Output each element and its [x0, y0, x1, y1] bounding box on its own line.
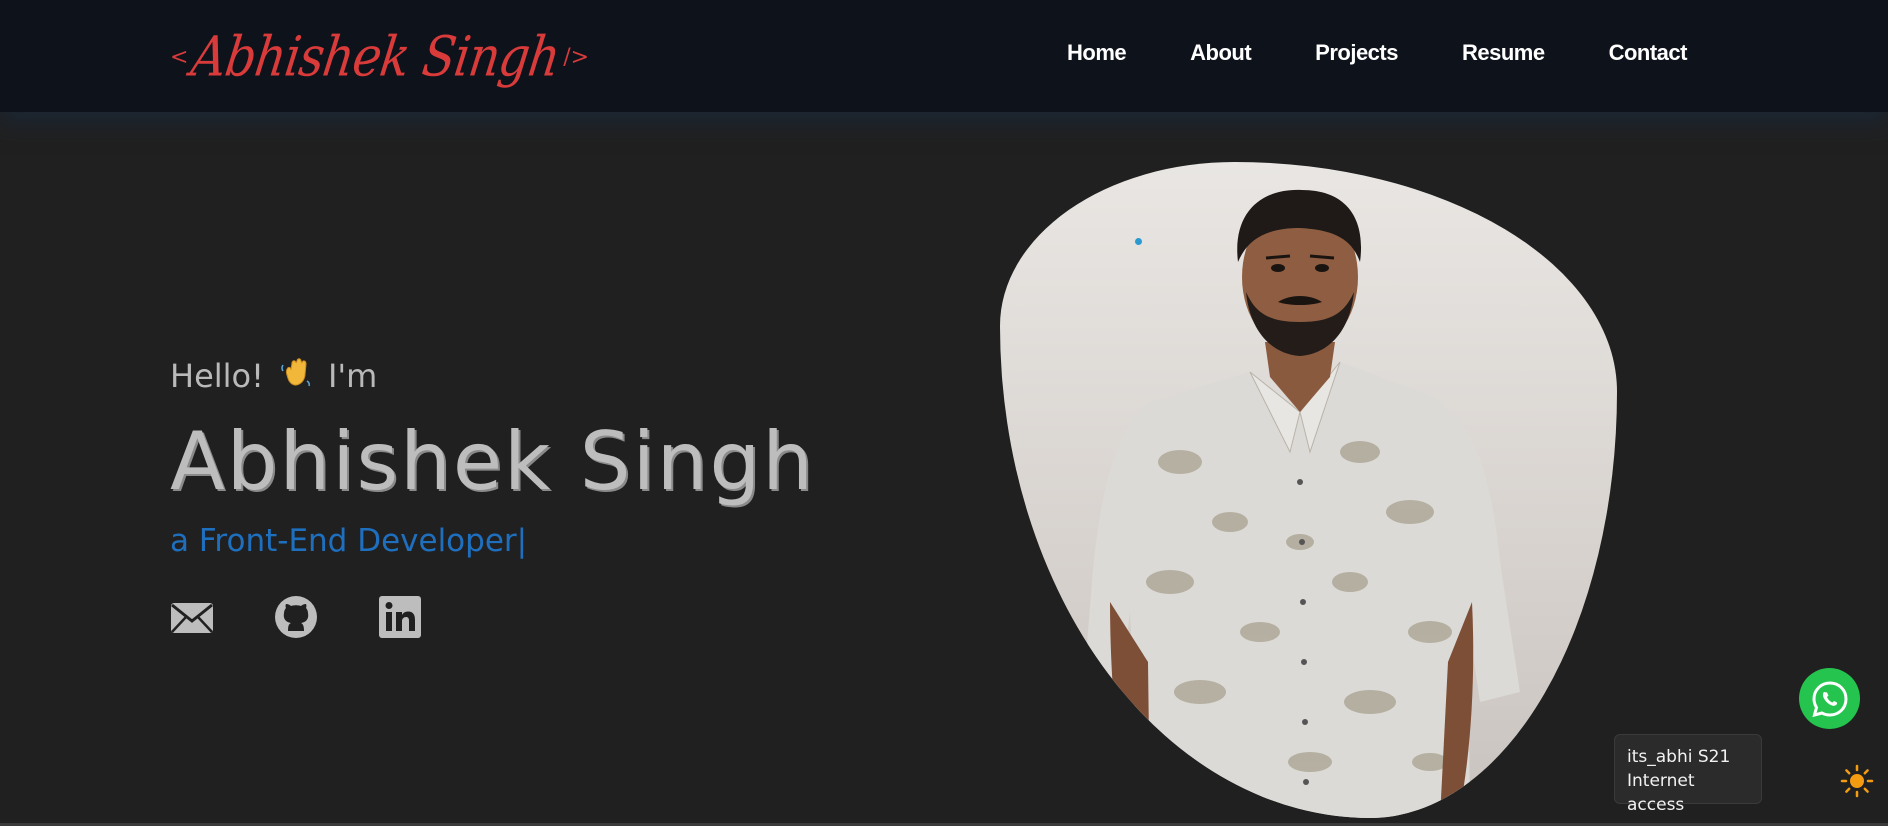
- nav-resume[interactable]: Resume: [1462, 40, 1545, 66]
- portrait-blob: [1000, 162, 1617, 818]
- logo-name: Abhishek Singh: [187, 24, 564, 90]
- typed-role: a Front-End Developer: [170, 523, 517, 559]
- linkedin-icon[interactable]: [378, 595, 422, 639]
- hero-subtitle: a Front-End Developer|: [170, 523, 527, 559]
- nav-projects[interactable]: Projects: [1315, 40, 1398, 66]
- nav-links: Home About Projects Resume Contact: [1067, 40, 1687, 66]
- network-tooltip: its_abhi S21 Internet access: [1614, 734, 1762, 815]
- portrait: [1000, 162, 1617, 818]
- social-links: [170, 595, 422, 639]
- navbar: < Abhishek Singh /> Home About Projects …: [0, 0, 1888, 112]
- nav-contact[interactable]: Contact: [1609, 40, 1688, 66]
- site-logo[interactable]: < Abhishek Singh />: [170, 12, 589, 102]
- nav-about[interactable]: About: [1190, 40, 1252, 66]
- profile-photo: [1084, 189, 1520, 818]
- logo-open-bracket: <: [170, 44, 189, 70]
- greeting: Hello! I'm: [170, 355, 377, 397]
- tooltip-network-status: Internet access: [1627, 771, 1695, 815]
- greeting-end: I'm: [327, 357, 378, 395]
- nav-home[interactable]: Home: [1067, 40, 1127, 66]
- sun-icon[interactable]: [1840, 764, 1874, 798]
- mail-icon[interactable]: [170, 595, 214, 639]
- whatsapp-button[interactable]: [1799, 668, 1860, 729]
- greeting-start: Hello!: [170, 357, 264, 395]
- hero-name: Abhishek Singh: [170, 415, 815, 508]
- typing-caret: |: [516, 523, 528, 559]
- waving-hand-icon: [276, 355, 316, 397]
- whatsapp-icon: [1811, 680, 1848, 717]
- logo-close-bracket: />: [563, 44, 590, 70]
- hero-intro: Hello! I'm Abhishek Singh a Front-End De…: [170, 355, 813, 638]
- github-icon[interactable]: [274, 595, 318, 639]
- tooltip-network-name: its_abhi S21: [1627, 747, 1731, 767]
